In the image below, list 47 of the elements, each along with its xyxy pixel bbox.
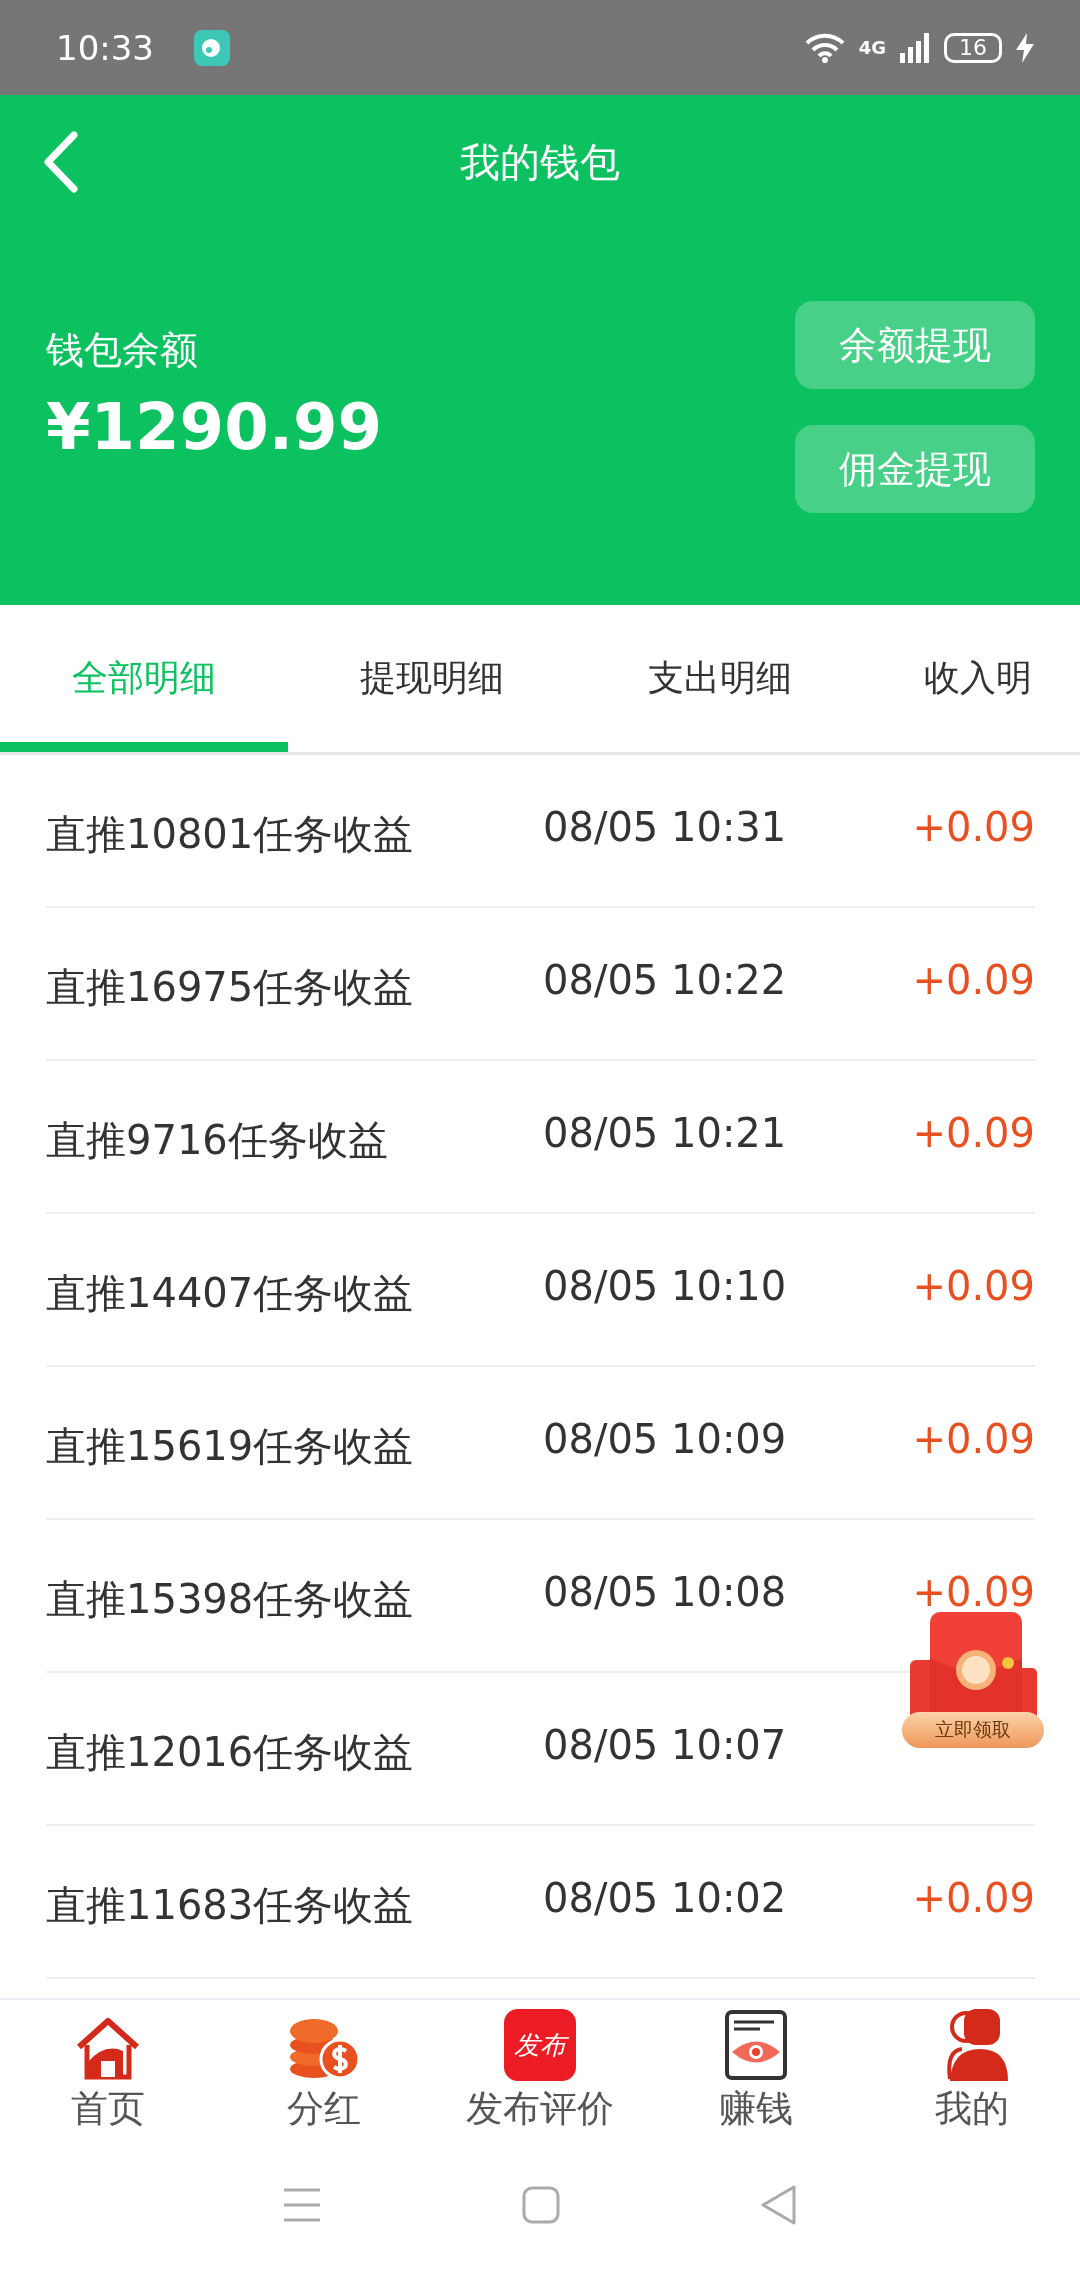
network-type: 4G bbox=[858, 38, 886, 57]
record-time: 08/05 10:09 bbox=[543, 1415, 787, 1462]
record-title: 直推10801任务收益 bbox=[46, 810, 415, 859]
home-button-icon[interactable] bbox=[522, 2186, 560, 2224]
record-time: 08/05 10:02 bbox=[543, 1874, 787, 1921]
eye-document-icon bbox=[724, 2007, 788, 2082]
back-icon[interactable] bbox=[760, 2184, 798, 2226]
record-title: 直推12016任务收益 bbox=[46, 1728, 415, 1777]
page-title: 我的钱包 bbox=[460, 138, 620, 187]
battery-level: 16 bbox=[944, 32, 1002, 63]
record-amount: +0.09 bbox=[912, 1874, 1035, 1921]
nav-tab[interactable]: 发布 发布评价 bbox=[432, 2000, 648, 2150]
record-amount: +0.09 bbox=[912, 1109, 1035, 1156]
record-title: 直推15619任务收益 bbox=[46, 1422, 415, 1471]
nav-tab[interactable]: 赚钱 bbox=[648, 2000, 864, 2150]
record-amount: +0.09 bbox=[912, 1415, 1035, 1462]
record-title: 直推15398任务收益 bbox=[46, 1575, 415, 1624]
record-time: 08/05 10:10 bbox=[543, 1262, 787, 1309]
record-title: 直推16975任务收益 bbox=[46, 963, 415, 1012]
record-time: 08/05 10:22 bbox=[543, 956, 787, 1003]
nav-tab[interactable]: 分红 bbox=[216, 2000, 432, 2150]
record-amount: +0.09 bbox=[912, 956, 1035, 1003]
nav-tab[interactable]: 首页 bbox=[0, 2000, 216, 2150]
charging-icon bbox=[1016, 32, 1034, 63]
tab[interactable]: 提现明细 bbox=[288, 605, 576, 752]
record-amount: +0.09 bbox=[912, 803, 1035, 850]
menu-icon[interactable] bbox=[282, 2187, 322, 2223]
record-time: 08/05 10:21 bbox=[543, 1109, 787, 1156]
record-title: 直推14407任务收益 bbox=[46, 1269, 415, 1318]
publish-badge: 发布 bbox=[504, 2009, 576, 2082]
balance-amount: ¥1290.99 bbox=[46, 390, 384, 464]
tab[interactable]: 支出明细 bbox=[576, 605, 864, 752]
record-title: 直推11683任务收益 bbox=[46, 1881, 415, 1930]
wifi-icon bbox=[804, 32, 845, 63]
app-notification-icon bbox=[194, 29, 230, 66]
record-title: 直推9716任务收益 bbox=[46, 1116, 389, 1165]
record-amount: +0.09 bbox=[912, 1262, 1035, 1309]
balance-label: 钱包余额 bbox=[46, 327, 199, 374]
signal-icon bbox=[900, 32, 930, 63]
nav-tab[interactable]: 我的 bbox=[864, 2000, 1080, 2150]
record-time: 08/05 10:31 bbox=[543, 803, 787, 850]
record-time: 08/05 10:07 bbox=[543, 1721, 787, 1768]
status-time: 10:33 bbox=[56, 27, 154, 68]
record-time: 08/05 10:08 bbox=[543, 1568, 787, 1615]
record-amount: +0.09 bbox=[912, 1568, 1035, 1615]
tab[interactable]: 收入明 bbox=[864, 605, 1080, 752]
claim-button[interactable]: 立即领取 bbox=[902, 1712, 1044, 1748]
